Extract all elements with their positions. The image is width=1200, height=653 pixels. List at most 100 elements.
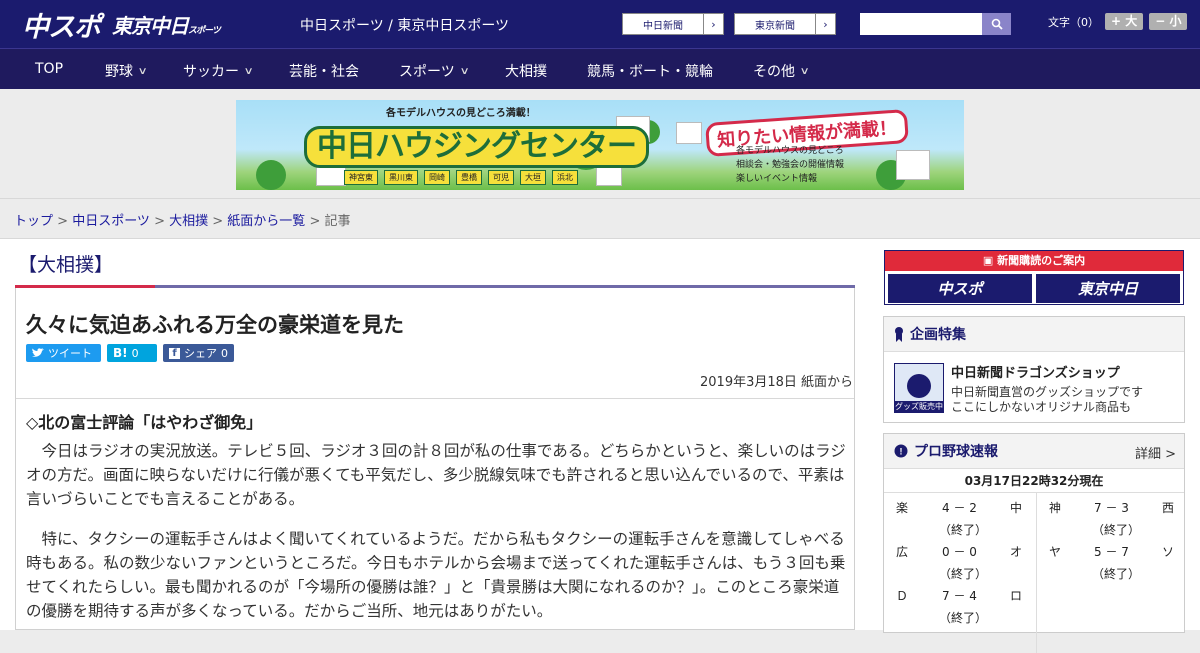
nav-sports[interactable]: スポーツ ∨ xyxy=(399,61,470,81)
tree-graphic xyxy=(256,160,286,190)
nav-entertainment[interactable]: 芸能・社会 xyxy=(289,61,359,81)
team-away: オ xyxy=(1010,545,1023,559)
site-logo[interactable]: 中スポ 東京中日スポーツ xyxy=(22,8,221,43)
subscribe-chuspo-button[interactable]: 中スポ xyxy=(888,274,1032,303)
baseball-scores-box: ! プロ野球速報 詳細 > 03月17日22時32分現在 楽 4 － 2 中 （… xyxy=(883,433,1185,653)
chevron-down-icon: ∨ xyxy=(137,65,148,77)
hatena-icon: B! xyxy=(113,346,128,360)
tokyo-chunichi-logo-small: スポーツ xyxy=(188,25,221,36)
banner-title: 中日ハウジングセンター xyxy=(304,126,649,168)
twitter-icon xyxy=(32,348,44,357)
chevron-right-icon: › xyxy=(703,14,723,34)
search-input[interactable] xyxy=(860,13,982,35)
divider xyxy=(16,398,854,399)
chevron-down-icon: ∨ xyxy=(243,65,254,77)
article-top-border xyxy=(15,285,855,288)
nav-racing[interactable]: 競馬・ボート・競輪 xyxy=(587,61,713,81)
game-score[interactable]: 7 － 3 xyxy=(1094,499,1129,516)
nav-sumo[interactable]: 大相撲 xyxy=(505,61,547,81)
banner-town: 岡崎 xyxy=(424,170,450,185)
banner-town: 黒川東 xyxy=(384,170,418,185)
banner-list-item: 相談会・勉強会の開催情報 xyxy=(736,160,845,170)
team-home: ヤ xyxy=(1049,545,1062,559)
article-paragraph: 特に、タクシーの運転手さんはよく聞いてくれているようだ。だから私もタクシーの運転… xyxy=(26,530,846,620)
baseball-heading-text: プロ野球速報 xyxy=(914,444,998,460)
nav-soccer[interactable]: サッカー ∨ xyxy=(183,61,254,81)
tokyo-chunichi-logo[interactable]: 東京中日スポーツ xyxy=(112,10,221,39)
breadcrumb-sumo[interactable]: 大相撲 xyxy=(169,214,208,229)
game-score[interactable]: 4 － 2 xyxy=(942,499,977,516)
nav-baseball[interactable]: 野球 ∨ xyxy=(105,61,148,81)
nav-label: TOP xyxy=(35,61,64,77)
subscribe-tokyo-chunichi-button[interactable]: 東京中日 xyxy=(1036,274,1180,303)
facebook-share-button[interactable]: f シェア 0 xyxy=(163,344,234,362)
nav-other[interactable]: その他 ∨ xyxy=(753,61,810,81)
feature-heading-text: 企画特集 xyxy=(910,327,966,343)
subscription-heading-text: 新聞購読のご案内 xyxy=(997,254,1086,267)
tokyo-shimbun-link[interactable]: 東京新聞 › xyxy=(734,13,836,35)
font-smaller-button[interactable]: − 小 xyxy=(1149,13,1188,30)
banner-town: 豊橋 xyxy=(456,170,482,185)
mascot-icon xyxy=(907,374,931,398)
subscription-logos: 中スポ 東京中日 xyxy=(885,271,1183,306)
nav-label: スポーツ xyxy=(399,64,455,80)
banner-top-text: 各モデルハウスの見どころ満載！ xyxy=(386,108,536,119)
banner-town: 大垣 xyxy=(520,170,546,185)
feature-box: 企画特集 グッズ販売中 中日新聞ドラゴンズショップ 中日新聞直営のグッズショップ… xyxy=(883,316,1185,423)
svg-text:!: ! xyxy=(900,447,903,457)
housing-center-ad[interactable]: 各モデルハウスの見どころ満載！ 中日ハウジングセンター 知りたい情報が満載！ 各… xyxy=(236,100,964,190)
banner-town: 可児 xyxy=(488,170,514,185)
hatena-count: 0 xyxy=(131,346,139,360)
main-nav: TOP 野球 ∨ サッカー ∨ 芸能・社会 スポーツ ∨ 大相撲 競馬・ボート・競輪 … xyxy=(0,48,1200,89)
nav-label: その他 xyxy=(753,64,795,80)
baseball-detail-link[interactable]: 詳細 > xyxy=(1135,443,1176,462)
breadcrumb-print-list[interactable]: 紙面から一覧 xyxy=(227,214,305,229)
tokyo-chunichi-logo-text: 東京中日 xyxy=(112,13,189,38)
baseball-updated: 03月17日22時32分現在 xyxy=(884,469,1184,493)
banner-list: 各モデルハウスの見どころ 相談会・勉強会の開催情報 楽しいイベント情報 xyxy=(736,144,844,186)
game-score[interactable]: 7 － 4 xyxy=(942,587,977,604)
site-name: 中日スポーツ / 東京中日スポーツ xyxy=(300,18,510,34)
game-score[interactable]: 5 － 7 xyxy=(1094,543,1129,560)
tweet-label: ツイート xyxy=(48,347,92,360)
breadcrumb-current: 記事 xyxy=(324,214,351,229)
article-title: 久々に気迫あふれる万全の豪栄道を見た xyxy=(26,313,404,337)
subscription-box[interactable]: ▣ 新聞購読のご案内 中スポ 東京中日 xyxy=(884,250,1184,305)
baseball-icon: ! xyxy=(894,444,908,458)
team-away: ソ xyxy=(1162,545,1175,559)
font-size-control: 文字（0） + 大 − 小 xyxy=(1048,13,1188,30)
banner-area: 各モデルハウスの見どころ満載！ 中日ハウジングセンター 知りたい情報が満載！ 各… xyxy=(0,89,1200,199)
breadcrumb-top[interactable]: トップ xyxy=(14,214,53,229)
team-away: ロ xyxy=(1010,589,1023,603)
breadcrumb-chuspo[interactable]: 中日スポーツ xyxy=(72,214,150,229)
nav-label: 芸能・社会 xyxy=(289,64,359,80)
team-home: Ｄ xyxy=(896,589,909,603)
chunichi-shimbun-label: 中日新聞 xyxy=(643,20,683,32)
hatena-bookmark-button[interactable]: B! 0 xyxy=(107,344,157,362)
game-status: （終了） xyxy=(939,611,988,625)
game-status: （終了） xyxy=(939,523,988,537)
search-button[interactable] xyxy=(982,13,1011,35)
team-home: 神 xyxy=(1049,501,1062,515)
chuspo-logo[interactable]: 中スポ xyxy=(22,5,101,44)
facebook-share-label: シェア xyxy=(184,347,217,360)
nav-label: サッカー xyxy=(183,64,239,80)
feature-item-title[interactable]: 中日新聞ドラゴンズショップ xyxy=(951,362,1120,381)
banner-list-item: 楽しいイベント情報 xyxy=(736,174,818,184)
game-status: （終了） xyxy=(1092,567,1141,581)
banner-list-item: 各モデルハウスの見どころ xyxy=(736,146,844,156)
breadcrumb-separator: > xyxy=(53,214,73,229)
banner-town: 浜北 xyxy=(552,170,578,185)
nav-top[interactable]: TOP xyxy=(35,61,63,77)
team-away: 中 xyxy=(1010,501,1023,515)
house-graphic xyxy=(896,150,930,180)
dragons-shop-thumbnail[interactable]: グッズ販売中 xyxy=(894,363,944,413)
score-table: 楽 4 － 2 中 （終了） 広 0 － 0 オ （終了） Ｄ 7 － 4 ロ … xyxy=(884,493,1184,653)
game-score[interactable]: 0 － 0 xyxy=(942,543,977,560)
tweet-button[interactable]: ツイート xyxy=(26,344,101,362)
font-larger-button[interactable]: + 大 xyxy=(1105,13,1144,30)
chunichi-shimbun-link[interactable]: 中日新聞 › xyxy=(622,13,724,35)
ribbon-icon xyxy=(895,327,903,342)
breadcrumb: トップ > 中日スポーツ > 大相撲 > 紙面から一覧 > 記事 xyxy=(14,210,351,229)
thumb-label: グッズ販売中 xyxy=(895,401,943,412)
